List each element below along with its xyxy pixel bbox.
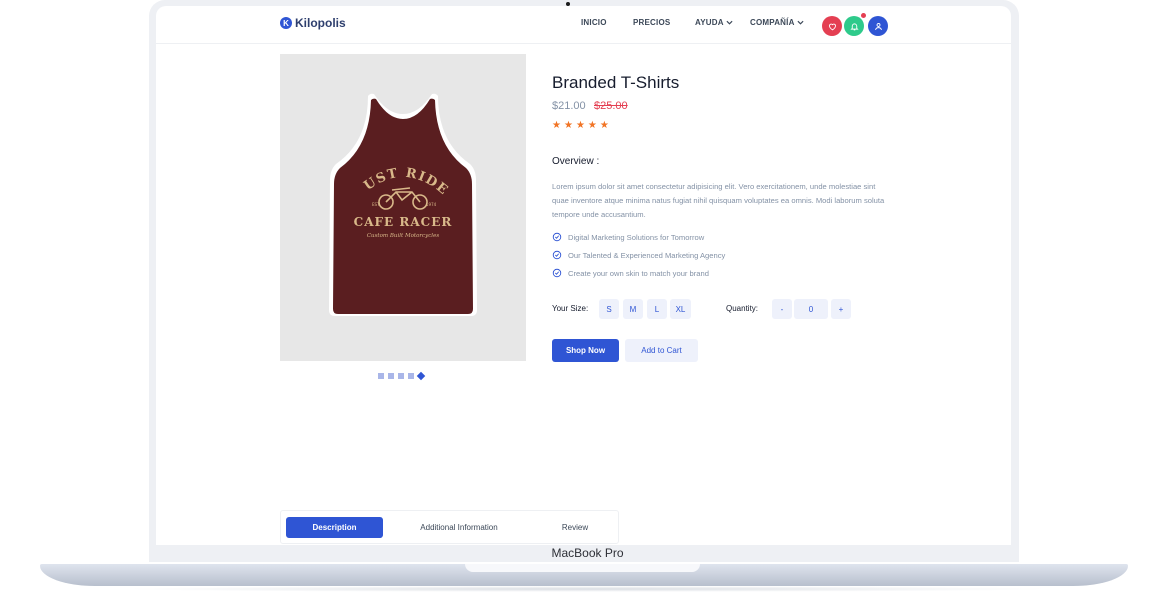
nav-label: INICIO: [581, 18, 607, 27]
laptop-mockup: K Kilopolis INICIO PRECIOS AYUDA COMPAÑÍ…: [0, 0, 1175, 594]
carousel-dot[interactable]: [388, 373, 394, 379]
star-icon: ★: [563, 120, 573, 131]
carousel-dot-active[interactable]: [416, 371, 426, 381]
wishlist-button[interactable]: [822, 16, 842, 36]
chevron-down-icon: [726, 20, 733, 25]
image-carousel-dots: [378, 371, 426, 381]
add-to-cart-button[interactable]: Add to Cart: [625, 339, 698, 362]
notifications-button[interactable]: [844, 16, 864, 36]
brand-mark-icon: K: [280, 17, 292, 29]
feature-item: Our Talented & Experienced Marketing Age…: [552, 250, 725, 260]
feature-item: Create your own skin to match your brand: [552, 268, 709, 278]
bell-icon: [849, 22, 859, 30]
size-button-xl[interactable]: XL: [670, 299, 691, 319]
rating-stars: ★ ★ ★ ★ ★: [552, 120, 609, 131]
tank-top-image: JUST RIDE EST. 1974 CAFE RACER Custom Bu…: [275, 43, 477, 316]
carousel-dot[interactable]: [398, 373, 404, 379]
tab-description[interactable]: Description: [286, 517, 383, 538]
check-circle-icon: [552, 268, 562, 278]
user-icon: [874, 22, 882, 30]
overview-text: Lorem ipsum dolor sit amet consectetur a…: [552, 182, 885, 219]
star-icon: ★: [575, 120, 585, 131]
product-image[interactable]: JUST RIDE EST. 1974 CAFE RACER Custom Bu…: [275, 43, 526, 361]
nav-label: PRECIOS: [633, 18, 671, 27]
shirt-print-year: 1974: [426, 202, 437, 207]
quantity-plus-button[interactable]: +: [831, 299, 851, 319]
carousel-dot[interactable]: [408, 373, 414, 379]
feature-text: Our Talented & Experienced Marketing Age…: [568, 250, 726, 260]
overview-heading: Overview :: [552, 156, 600, 167]
quantity-input[interactable]: 0: [794, 299, 828, 319]
quantity-label: Quantity:: [726, 304, 759, 313]
carousel-dot[interactable]: [378, 373, 384, 379]
shirt-print-est: EST.: [372, 202, 380, 207]
nav-link-inicio[interactable]: INICIO: [581, 18, 607, 27]
star-icon: ★: [552, 120, 561, 131]
check-circle-icon: [552, 250, 562, 260]
top-navbar: K Kilopolis INICIO PRECIOS AYUDA COMPAÑÍ…: [156, 6, 1011, 44]
account-button[interactable]: [868, 16, 888, 36]
product-title: Branded T-Shirts: [552, 73, 680, 92]
shop-now-button[interactable]: Shop Now: [552, 339, 619, 362]
nav-dropdown-compania[interactable]: COMPAÑÍA: [750, 18, 804, 27]
heart-icon: [828, 23, 836, 30]
device-model-label: MacBook Pro: [551, 546, 624, 560]
chevron-down-icon: [797, 20, 804, 25]
brand-logo[interactable]: K Kilopolis: [280, 16, 346, 30]
star-icon: ★: [599, 120, 609, 131]
laptop-shadow: [120, 586, 1055, 592]
tab-additional-information[interactable]: Additional Information: [399, 517, 519, 538]
product-price: $21.00: [552, 100, 586, 112]
size-label: Your Size:: [552, 304, 589, 313]
nav-link-precios[interactable]: PRECIOS: [633, 18, 670, 27]
nav-label: COMPAÑÍA: [750, 18, 795, 27]
laptop-notch: [465, 564, 700, 572]
nav-label: AYUDA: [695, 18, 724, 27]
size-button-l[interactable]: L: [647, 299, 667, 319]
notification-dot: [861, 13, 866, 18]
tab-review[interactable]: Review: [539, 517, 611, 538]
brand-name: Kilopolis: [295, 16, 346, 30]
shirt-print-line3: Custom Built Motorcycles: [367, 233, 439, 239]
product-tabs: Description Additional Information Revie…: [280, 510, 619, 544]
nav-dropdown-ayuda[interactable]: AYUDA: [695, 18, 733, 27]
feature-text: Digital Marketing Solutions for Tomorrow: [568, 232, 705, 242]
laptop-screen: K Kilopolis INICIO PRECIOS AYUDA COMPAÑÍ…: [156, 6, 1011, 545]
product-old-price: $25.00: [594, 100, 628, 112]
star-icon: ★: [587, 120, 597, 131]
size-button-m[interactable]: M: [623, 299, 643, 319]
feature-text: Create your own skin to match your brand: [568, 268, 709, 278]
feature-item: Digital Marketing Solutions for Tomorrow: [552, 232, 704, 242]
check-circle-icon: [552, 232, 562, 242]
quantity-minus-button[interactable]: -: [772, 299, 792, 319]
size-button-s[interactable]: S: [599, 299, 619, 319]
shirt-print-line2: CAFE RACER: [354, 215, 453, 229]
